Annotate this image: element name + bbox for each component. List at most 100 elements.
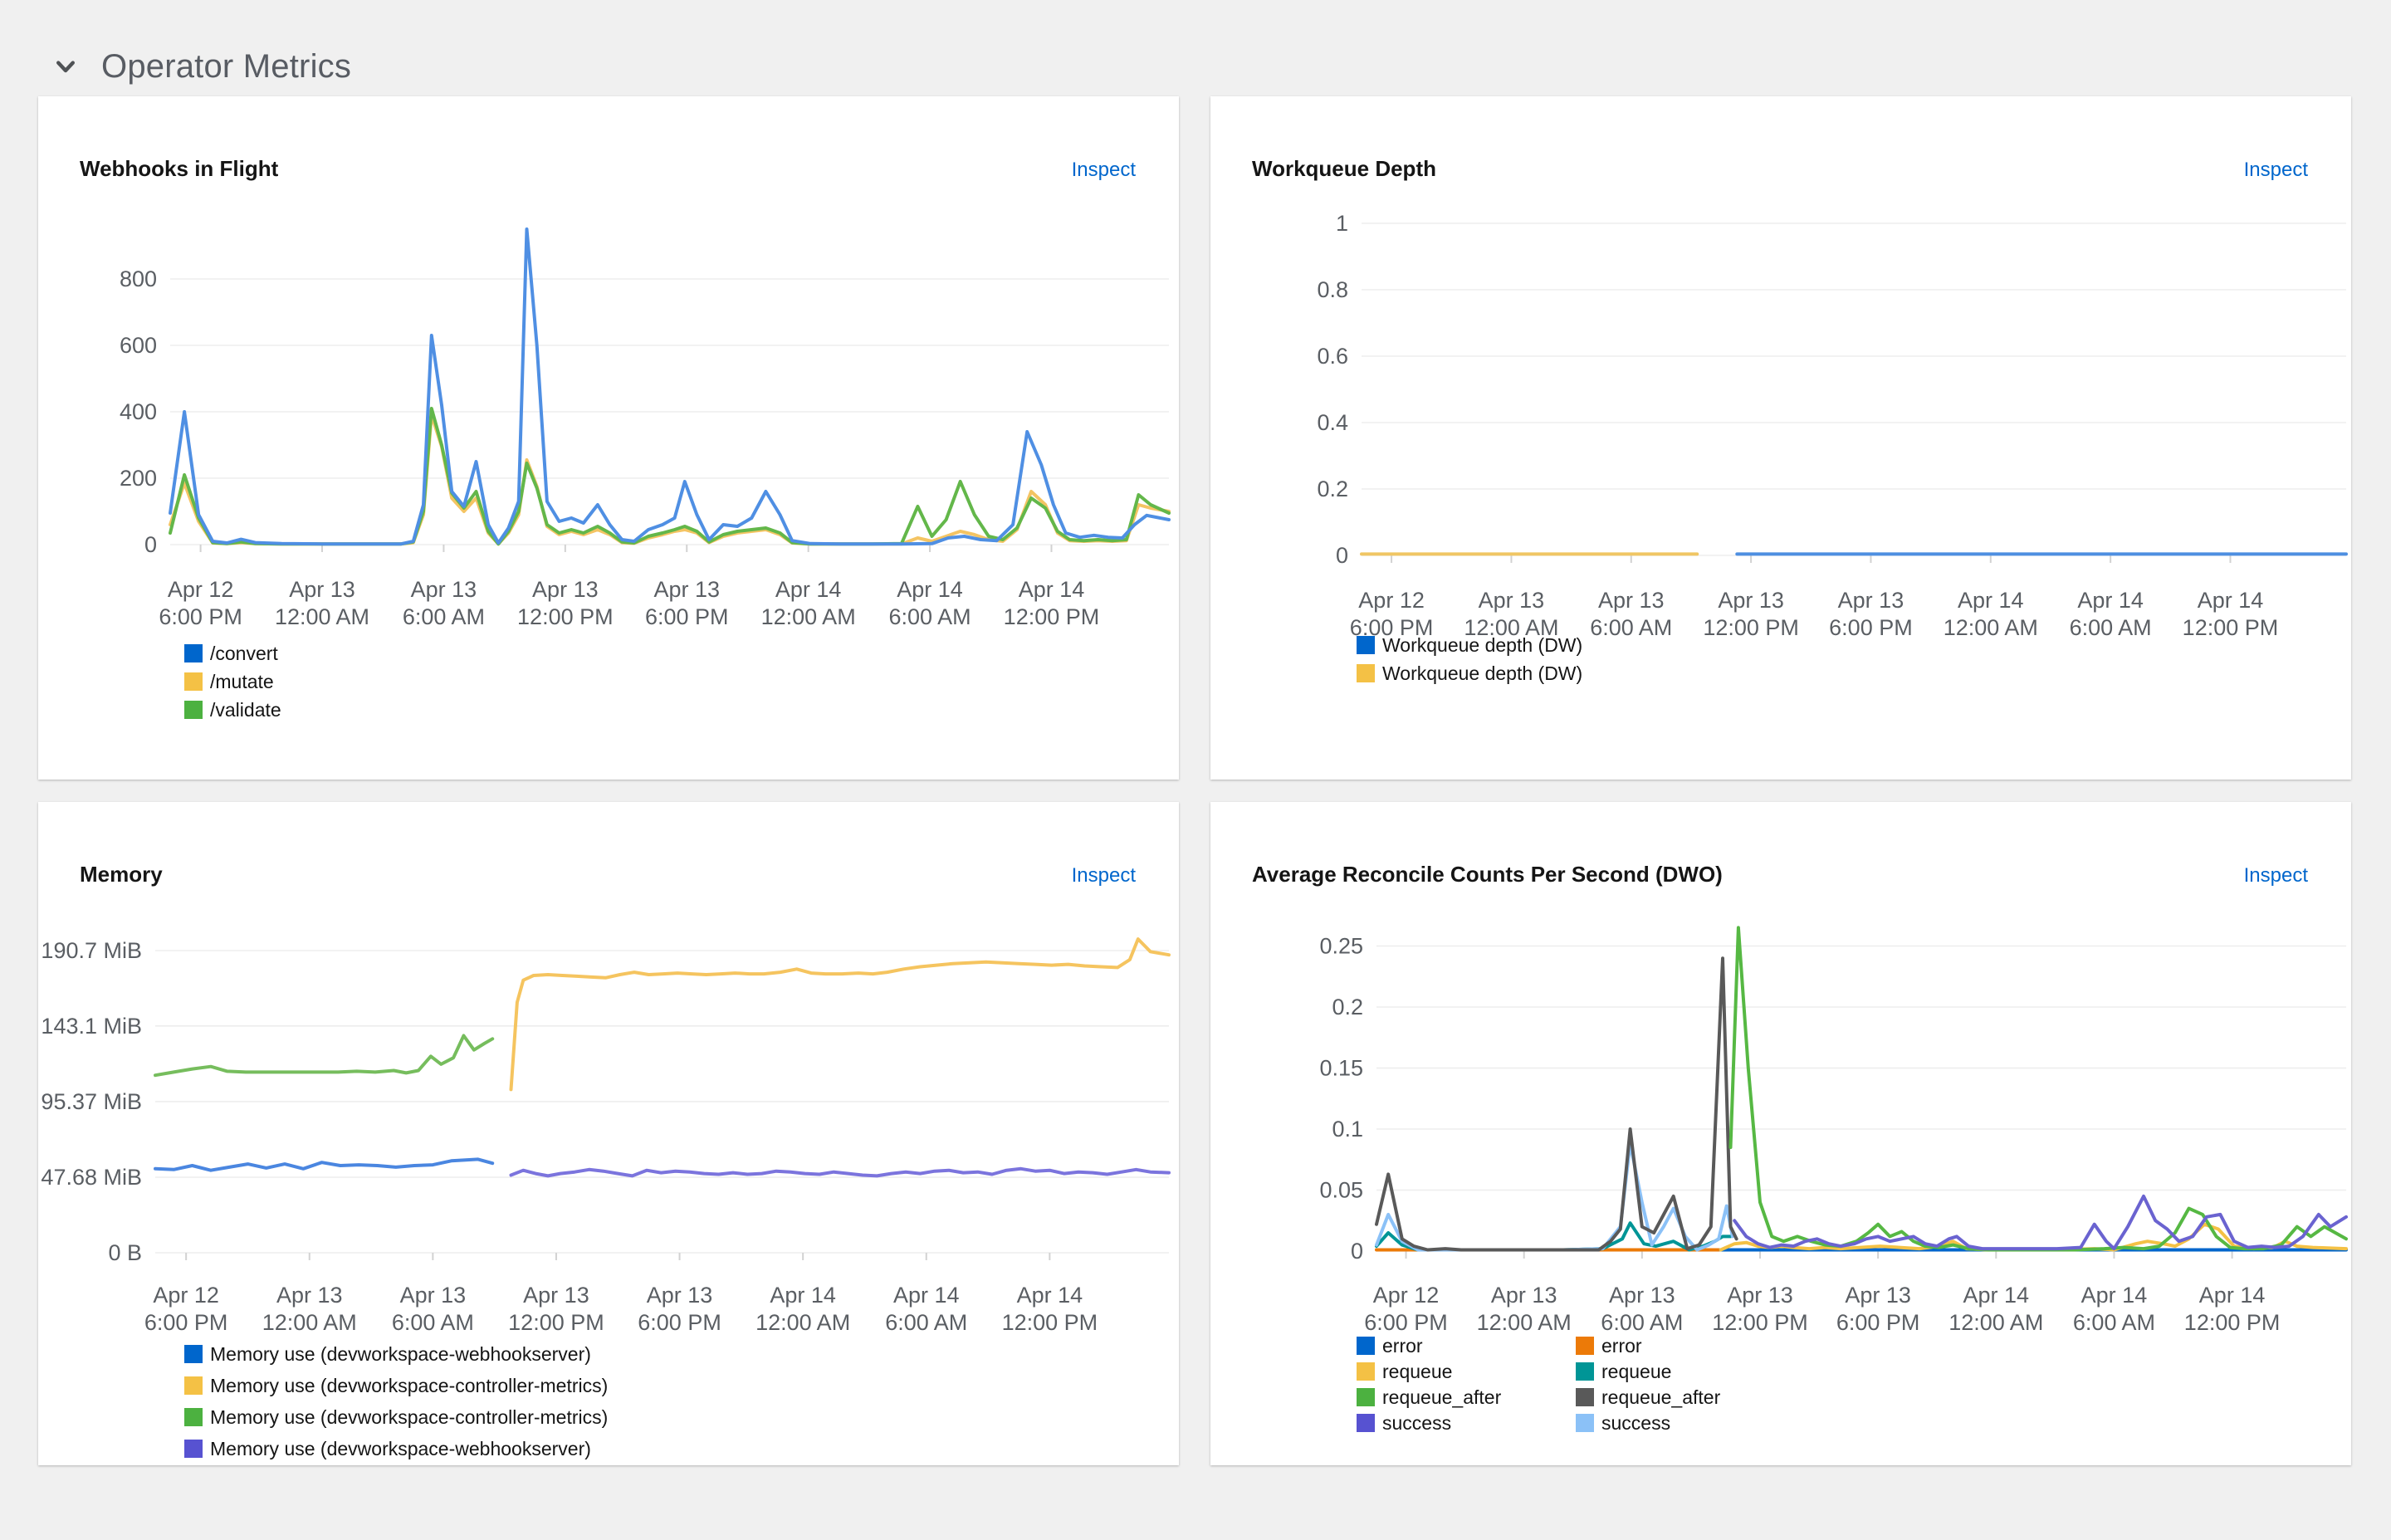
x-axis-label: 12:00 PM bbox=[2184, 1310, 2281, 1335]
x-axis-label: Apr 13 bbox=[1609, 1283, 1675, 1308]
y-axis-label: 0.25 bbox=[1319, 934, 1363, 959]
legend-swatch bbox=[1357, 664, 1375, 682]
x-axis-label: Apr 14 bbox=[1019, 577, 1085, 602]
x-axis-label: Apr 13 bbox=[1718, 588, 1784, 613]
section-title: Operator Metrics bbox=[101, 48, 351, 86]
x-axis-label: 12:00 PM bbox=[517, 604, 614, 629]
x-axis-label: Apr 13 bbox=[523, 1283, 589, 1308]
x-axis-label: 12:00 AM bbox=[275, 604, 369, 629]
chart-card-memory: Memory Inspect 0 B47.68 MiB95.37 MiB143.… bbox=[38, 802, 1179, 1465]
x-axis-label: Apr 14 bbox=[893, 1283, 960, 1308]
x-axis-label: 6:00 AM bbox=[403, 604, 485, 629]
chart-card-avg-reconcile-counts: Average Reconcile Counts Per Second (DWO… bbox=[1210, 802, 2351, 1465]
series-line bbox=[155, 1159, 492, 1170]
x-axis-label: 6:00 PM bbox=[159, 604, 242, 629]
inspect-link[interactable]: Inspect bbox=[2244, 159, 2308, 182]
legend-swatch bbox=[1357, 1362, 1375, 1381]
y-axis-label: 0.4 bbox=[1317, 410, 1348, 435]
section-header[interactable]: Operator Metrics bbox=[0, 0, 2391, 96]
x-axis-label: Apr 13 bbox=[289, 577, 355, 602]
x-axis-label: 6:00 PM bbox=[1829, 615, 1913, 640]
x-axis-label: Apr 14 bbox=[1958, 588, 2024, 613]
x-axis-label: 12:00 AM bbox=[755, 1310, 850, 1335]
x-axis-label: Apr 12 bbox=[1358, 588, 1425, 613]
x-axis-label: Apr 14 bbox=[2077, 588, 2144, 613]
series-line bbox=[511, 1169, 1170, 1176]
memory-line-chart: 0 B47.68 MiB95.37 MiB143.1 MiB190.7 MiBA… bbox=[38, 802, 1179, 1465]
x-axis-label: Apr 14 bbox=[1017, 1283, 1083, 1308]
y-axis-label: 0.05 bbox=[1319, 1178, 1363, 1203]
y-axis-label: 190.7 MiB bbox=[41, 938, 142, 963]
legend-label: Memory use (devworkspace-controller-metr… bbox=[210, 1406, 608, 1428]
y-axis-label: 0.8 bbox=[1317, 277, 1348, 302]
legend-label: success bbox=[1382, 1412, 1451, 1434]
legend-label: /convert bbox=[210, 643, 278, 664]
legend-swatch bbox=[1576, 1388, 1594, 1406]
x-axis-label: Apr 13 bbox=[1845, 1283, 1911, 1308]
x-axis-label: Apr 13 bbox=[532, 577, 599, 602]
x-axis-label: 6:00 PM bbox=[1836, 1310, 1920, 1335]
legend-swatch bbox=[1357, 1337, 1375, 1355]
legend-swatch bbox=[1357, 636, 1375, 654]
legend-label: Workqueue depth (DW) bbox=[1382, 634, 1582, 656]
chart-title: Average Reconcile Counts Per Second (DWO… bbox=[1252, 862, 1723, 887]
x-axis-label: Apr 13 bbox=[1479, 588, 1545, 613]
x-axis-label: 6:00 PM bbox=[638, 1310, 721, 1335]
series-line bbox=[1734, 1196, 2346, 1249]
chart-title: Workqueue Depth bbox=[1252, 156, 1436, 182]
legend-swatch bbox=[1576, 1337, 1594, 1355]
x-axis-label: 12:00 PM bbox=[1004, 604, 1100, 629]
chart-card-webhooks-in-flight: Webhooks in Flight Inspect 0200400600800… bbox=[38, 96, 1179, 780]
x-axis-label: 12:00 AM bbox=[1944, 615, 2038, 640]
x-axis-label: 12:00 PM bbox=[1712, 1310, 1808, 1335]
y-axis-label: 143.1 MiB bbox=[41, 1014, 142, 1039]
legend-label: success bbox=[1601, 1412, 1670, 1434]
legend-swatch bbox=[1576, 1362, 1594, 1381]
x-axis-label: Apr 13 bbox=[1727, 1283, 1793, 1308]
x-axis-label: 6:00 AM bbox=[1601, 1310, 1683, 1335]
series-line bbox=[1376, 958, 1737, 1249]
legend-label: error bbox=[1601, 1335, 1642, 1357]
x-axis-label: 6:00 AM bbox=[1590, 615, 1672, 640]
inspect-link[interactable]: Inspect bbox=[1072, 159, 1136, 182]
y-axis-label: 800 bbox=[120, 266, 157, 291]
legend-swatch bbox=[1576, 1414, 1594, 1432]
legend-swatch bbox=[184, 1440, 203, 1458]
series-line bbox=[155, 1036, 492, 1076]
x-axis-label: Apr 13 bbox=[653, 577, 720, 602]
y-axis-label: 600 bbox=[120, 333, 157, 358]
x-axis-label: 12:00 AM bbox=[262, 1310, 357, 1335]
chevron-down-icon[interactable] bbox=[51, 52, 80, 81]
legend-swatch bbox=[184, 644, 203, 662]
series-line bbox=[1731, 927, 2347, 1249]
x-axis-label: Apr 13 bbox=[1598, 588, 1665, 613]
x-axis-label: Apr 14 bbox=[2199, 1283, 2266, 1308]
inspect-link[interactable]: Inspect bbox=[1072, 864, 1136, 887]
legend-label: Memory use (devworkspace-controller-metr… bbox=[210, 1375, 608, 1396]
legend-label: requeue bbox=[1382, 1361, 1452, 1382]
x-axis-label: 6:00 AM bbox=[2070, 615, 2152, 640]
x-axis-label: 12:00 PM bbox=[2183, 615, 2279, 640]
reconcile-line-chart: 00.050.10.150.20.25Apr 126:00 PMApr 1312… bbox=[1210, 802, 2351, 1465]
x-axis-label: Apr 12 bbox=[1373, 1283, 1440, 1308]
x-axis-label: 6:00 AM bbox=[889, 604, 971, 629]
workqueue-line-chart: 00.20.40.60.81Apr 126:00 PMApr 1312:00 A… bbox=[1210, 96, 2351, 780]
x-axis-label: 6:00 PM bbox=[645, 604, 729, 629]
x-axis-label: 6:00 AM bbox=[2073, 1310, 2155, 1335]
y-axis-label: 1 bbox=[1336, 211, 1348, 236]
y-axis-label: 0.15 bbox=[1319, 1056, 1363, 1081]
chart-title: Memory bbox=[80, 862, 163, 887]
legend-label: error bbox=[1382, 1335, 1423, 1357]
legend-swatch bbox=[184, 672, 203, 691]
x-axis-label: 12:00 PM bbox=[508, 1310, 604, 1335]
x-axis-label: Apr 12 bbox=[153, 1283, 219, 1308]
y-axis-label: 47.68 MiB bbox=[41, 1165, 142, 1190]
inspect-link[interactable]: Inspect bbox=[2244, 864, 2308, 887]
y-axis-label: 95.37 MiB bbox=[41, 1089, 142, 1114]
x-axis-label: 6:00 PM bbox=[1364, 1310, 1448, 1335]
charts-grid: Webhooks in Flight Inspect 0200400600800… bbox=[38, 96, 2353, 1465]
y-axis-label: 0.1 bbox=[1332, 1117, 1363, 1142]
x-axis-label: 6:00 PM bbox=[144, 1310, 228, 1335]
legend-swatch bbox=[184, 1408, 203, 1426]
x-axis-label: Apr 14 bbox=[897, 577, 963, 602]
